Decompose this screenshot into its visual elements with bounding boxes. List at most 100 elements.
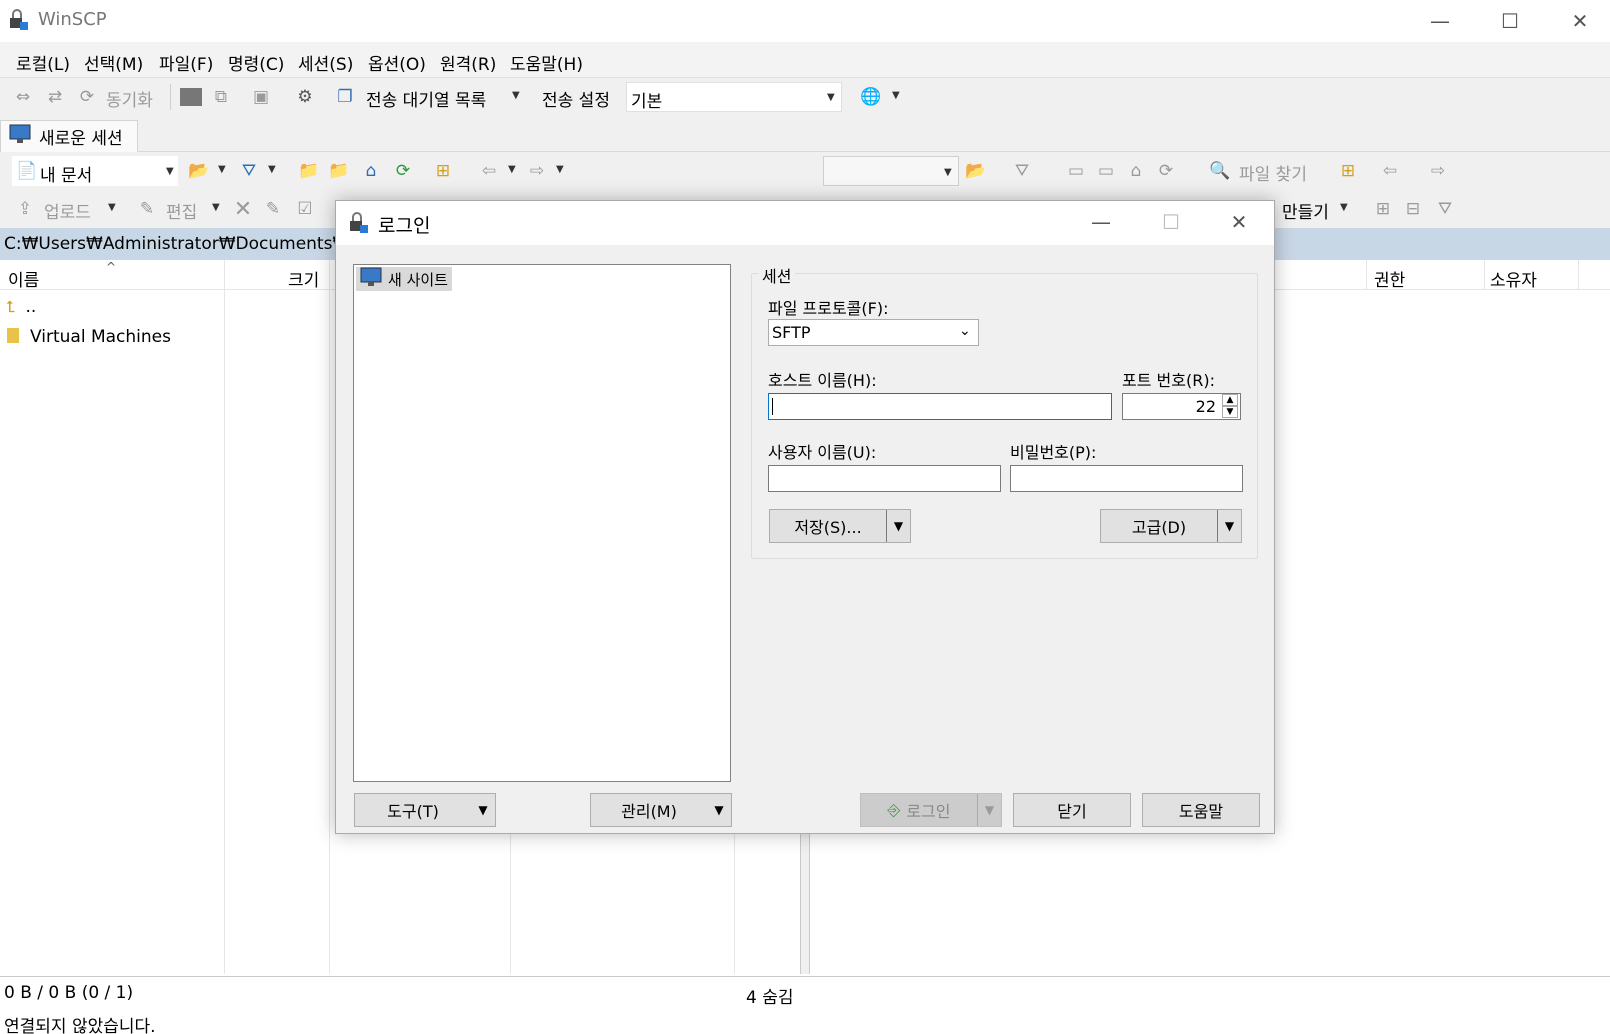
menu-help[interactable]: 도움말(H) [510, 50, 583, 75]
edit-label[interactable]: 편집 [166, 198, 197, 223]
transfer-settings-select[interactable]: 기본 ▼ [626, 82, 842, 112]
remote-parent-folder-icon[interactable]: ▭ [1063, 159, 1089, 183]
password-input[interactable] [1010, 465, 1243, 492]
dialog-maximize-button[interactable]: ☐ [1136, 201, 1206, 243]
edit-dropdown-icon[interactable]: ▼ [212, 202, 220, 213]
remote-forward-icon[interactable]: ⇨ [1425, 159, 1451, 183]
protocol-select[interactable]: SFTP ⌄ [768, 319, 979, 346]
save-button[interactable]: 저장(S)... ▼ [769, 509, 911, 543]
menu-select[interactable]: 선택(M) [84, 50, 143, 75]
filter-dropdown-icon[interactable]: ▼ [268, 164, 276, 175]
upload-icon[interactable]: ⇪ [12, 197, 38, 221]
tab-new-session[interactable]: 새로운 세션 [0, 120, 138, 152]
properties-icon[interactable]: ☑ [292, 197, 318, 221]
rename-icon[interactable]: ✎ [260, 197, 286, 221]
column-owner[interactable]: 소유자 [1490, 266, 1537, 291]
edit-icon[interactable]: ✎ [134, 197, 160, 221]
column-name[interactable]: 이름 [8, 266, 39, 291]
back-dropdown-icon[interactable]: ▼ [508, 164, 516, 175]
open-folder-icon[interactable]: 📂 [186, 159, 212, 183]
open-dropdown-icon[interactable]: ▼ [218, 164, 226, 175]
remote-home-icon[interactable]: ⌂ [1123, 159, 1149, 183]
delete-icon[interactable]: ✕ [230, 197, 256, 222]
find-files-icon[interactable]: 🔍 [1207, 159, 1233, 183]
site-tree[interactable]: 새 사이트 [353, 264, 731, 782]
remote-open-folder-icon[interactable]: 📂 [963, 159, 989, 183]
port-stepper[interactable]: 22 ▲ ▼ [1122, 393, 1241, 420]
tools-button[interactable]: 도구(T) ▼ [354, 793, 496, 827]
monitor-icon [9, 124, 31, 149]
home-icon[interactable]: ⌂ [358, 159, 384, 183]
file-name: .. [25, 297, 37, 317]
tools-dropdown-icon[interactable]: ▼ [471, 794, 495, 826]
synchronize-label[interactable]: 동기화 [106, 86, 153, 111]
synchronize-browse-icon[interactable]: ⇄ [42, 85, 68, 109]
select-filter-icon[interactable]: ⛛ [1432, 197, 1458, 221]
synchronize-icon[interactable]: ⟳ [74, 85, 100, 109]
menu-session[interactable]: 세션(S) [298, 50, 353, 75]
back-icon[interactable]: ⇦ [476, 159, 502, 183]
username-input[interactable] [768, 465, 1001, 492]
menu-options[interactable]: 옵션(O) [368, 50, 426, 75]
tree-icon[interactable]: ⊞ [430, 159, 456, 183]
save-dropdown-icon[interactable]: ▼ [886, 510, 910, 542]
select-minus-icon[interactable]: ⊟ [1400, 197, 1426, 221]
advanced-button[interactable]: 고급(D) ▼ [1100, 509, 1242, 543]
manage-dropdown-icon[interactable]: ▼ [707, 794, 731, 826]
find-files-label[interactable]: 파일 찾기 [1239, 160, 1307, 185]
tree-item-new-site[interactable]: 새 사이트 [356, 267, 452, 291]
minimize-button[interactable]: — [1405, 0, 1475, 42]
advanced-dropdown-icon[interactable]: ▼ [1217, 510, 1241, 542]
console-icon[interactable] [178, 85, 204, 109]
maximize-button[interactable]: ☐ [1475, 0, 1545, 42]
stepper-up-icon[interactable]: ▲ [1222, 394, 1238, 406]
new-dropdown-icon[interactable]: ▼ [1340, 202, 1348, 213]
remote-refresh-icon[interactable]: ⟳ [1153, 159, 1179, 183]
queue-dropdown-icon[interactable]: ▼ [512, 90, 520, 101]
list-item[interactable]: Virtual Machines [6, 324, 216, 350]
globe-dropdown-icon[interactable]: ▼ [892, 90, 900, 101]
menu-remote[interactable]: 원격(R) [440, 50, 496, 75]
advanced-button-label: 고급(D) [1131, 518, 1187, 537]
login-dropdown-icon[interactable]: ▼ [977, 794, 1001, 826]
close-window-button[interactable]: ✕ [1545, 0, 1610, 42]
menu-local[interactable]: 로컬(L) [16, 50, 70, 75]
refresh-icon[interactable]: ⟳ [390, 159, 416, 183]
remote-location-select[interactable]: ▼ [823, 156, 959, 186]
forward-icon[interactable]: ⇨ [524, 159, 550, 183]
remote-tree-icon[interactable]: ⊞ [1335, 159, 1361, 183]
forward-dropdown-icon[interactable]: ▼ [556, 164, 564, 175]
queue-icon[interactable]: ❐ [332, 85, 358, 109]
column-permissions[interactable]: 권한 [1374, 266, 1405, 291]
parent-folder-icon[interactable]: 📁 [296, 159, 322, 183]
preferences-gear-icon[interactable]: ⚙ [292, 85, 318, 109]
globe-icon[interactable]: 🌐 [858, 85, 884, 109]
putty-icon[interactable]: ⧉ [208, 85, 234, 109]
remote-back-icon[interactable]: ⇦ [1377, 159, 1403, 183]
remote-root-folder-icon[interactable]: ▭ [1093, 159, 1119, 183]
column-size[interactable]: 크기 [288, 266, 319, 291]
manage-button[interactable]: 관리(M) ▼ [590, 793, 732, 827]
transfer-queue-label[interactable]: 전송 대기열 목록 [366, 86, 486, 111]
local-location-select[interactable]: 📄 내 문서 ▼ [12, 156, 178, 186]
terminal-icon[interactable]: ▣ [248, 85, 274, 109]
upload-dropdown-icon[interactable]: ▼ [108, 202, 116, 213]
dialog-close-button[interactable]: ✕ [1204, 201, 1274, 243]
root-folder-icon[interactable]: 📁 [326, 159, 352, 183]
remote-new-label[interactable]: 만들기 [1282, 198, 1329, 223]
menu-command[interactable]: 명령(C) [228, 50, 284, 75]
login-button[interactable]: ⎆ 로그인 ▼ [860, 793, 1002, 827]
select-plus-icon[interactable]: ⊞ [1370, 197, 1396, 221]
list-item[interactable]: ⮤ .. [6, 294, 216, 320]
compare-icon[interactable]: ⇔ [10, 85, 36, 109]
close-button[interactable]: 닫기 [1013, 793, 1131, 827]
filter-icon[interactable]: ⛛ [236, 159, 262, 183]
local-path[interactable]: C:₩Users₩Administrator₩Documents₩ [4, 234, 349, 254]
remote-filter-icon[interactable]: ⛛ [1009, 159, 1035, 183]
stepper-down-icon[interactable]: ▼ [1222, 406, 1238, 418]
upload-label[interactable]: 업로드 [44, 198, 91, 223]
dialog-minimize-button[interactable]: — [1066, 201, 1136, 243]
menu-file[interactable]: 파일(F) [159, 50, 213, 75]
host-input[interactable] [768, 393, 1112, 420]
help-button[interactable]: 도움말 [1142, 793, 1260, 827]
